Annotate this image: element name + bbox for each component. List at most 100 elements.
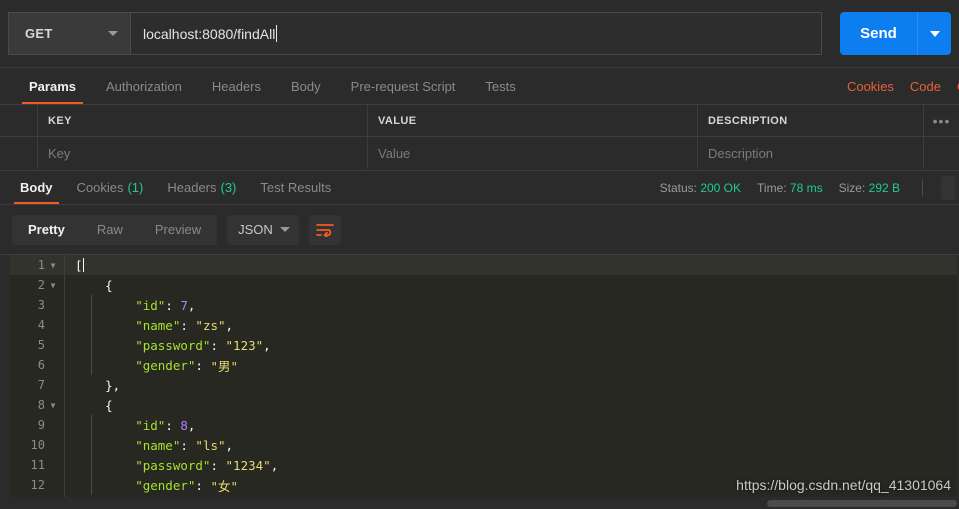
token-key: "gender": [75, 477, 196, 493]
response-body-editor[interactable]: 1 ▼[2 ▼ {3 "id": 7,4 "name": "zs", 5 "passw…: [0, 254, 959, 509]
response-view-toolbar: Pretty Raw Preview JSON: [0, 205, 959, 254]
token-punc: ,: [225, 317, 234, 333]
response-tab-headers[interactable]: Headers (3): [155, 171, 248, 204]
tab-label: Pre-request Script: [350, 78, 456, 94]
save-response-button[interactable]: [941, 175, 955, 200]
comments-link[interactable]: C: [949, 68, 959, 104]
token-key: "id": [75, 417, 166, 433]
url-input[interactable]: localhost:8080/findAll: [130, 12, 822, 55]
request-url-bar: GET localhost:8080/findAll Send: [0, 0, 959, 68]
view-mode-preview[interactable]: Preview: [139, 215, 217, 245]
param-value-placeholder: Value: [378, 145, 411, 161]
token-punc: :: [165, 417, 181, 433]
select-all-cell[interactable]: [0, 105, 38, 136]
tab-pre-request-script[interactable]: Pre-request Script: [336, 68, 471, 104]
token-punc: ,: [187, 417, 196, 433]
token-num: 8: [180, 417, 188, 433]
response-tab-cookies[interactable]: Cookies (1): [65, 171, 156, 204]
indent-guide: [91, 295, 92, 315]
token-punc: :: [195, 357, 211, 373]
send-button[interactable]: Send: [840, 12, 917, 55]
response-tab-test-results[interactable]: Test Results: [248, 171, 343, 204]
token-str: "1234": [225, 457, 271, 473]
tab-headers[interactable]: Headers: [197, 68, 276, 104]
editor-left-strip: [0, 255, 10, 509]
size-value: 292 B: [868, 180, 900, 195]
response-format-select[interactable]: JSON: [227, 214, 300, 245]
row-checkbox-cell[interactable]: [0, 137, 38, 169]
line-number: 4: [10, 315, 64, 335]
tab-label: Tests: [485, 78, 516, 94]
size-indicator: Size: 292 B: [839, 181, 900, 195]
code-text: "password": "1234",: [65, 455, 959, 475]
line-number: 8 ▼: [10, 395, 64, 415]
tab-label: Authorization: [105, 78, 182, 94]
tab-authorization[interactable]: Authorization: [91, 68, 197, 104]
table-header-row: KEY VALUE DESCRIPTION •••: [0, 105, 959, 137]
indent-guide: [91, 335, 92, 355]
tab-params[interactable]: Params: [14, 68, 91, 104]
token-punc: ,: [270, 457, 279, 473]
tab-label: Body: [291, 78, 321, 94]
code-line: 8 ▼ {: [10, 395, 959, 415]
token-key: "password": [75, 457, 211, 473]
view-mode-raw[interactable]: Raw: [81, 215, 139, 245]
cookies-link[interactable]: Cookies: [839, 68, 902, 104]
tab-label: Params: [29, 78, 76, 94]
cookies-count: (1): [127, 180, 144, 195]
code-link[interactable]: Code: [902, 68, 949, 104]
word-wrap-button[interactable]: [309, 214, 342, 245]
token-key: "password": [75, 337, 211, 353]
horizontal-scrollbar[interactable]: [767, 500, 957, 507]
bulk-edit-button[interactable]: •••: [924, 105, 959, 136]
indent-guide: [91, 315, 92, 335]
response-tab-bar: Body Cookies (1) Headers (3) Test Results …: [0, 171, 959, 205]
time-indicator: Time: 78 ms: [757, 181, 823, 195]
param-description-input[interactable]: Description: [698, 137, 924, 169]
ellipsis-icon: •••: [932, 112, 951, 129]
tab-label: Headers: [211, 78, 262, 94]
code-text: "gender": "女": [65, 475, 959, 495]
fold-toggle-icon[interactable]: ▼: [48, 261, 58, 270]
send-options-button[interactable]: [917, 12, 951, 55]
token-punc: {: [75, 397, 113, 413]
code-line: 10 "name": "ls",: [10, 435, 959, 455]
response-tab-body[interactable]: Body: [8, 171, 65, 204]
fold-toggle-icon[interactable]: ▼: [48, 401, 58, 410]
fold-toggle-icon[interactable]: ▼: [48, 281, 58, 290]
line-number: 5: [10, 335, 64, 355]
http-method-select[interactable]: GET: [8, 12, 130, 55]
time-label: Time:: [757, 180, 787, 195]
tab-body[interactable]: Body: [276, 68, 336, 104]
tab-label: Cookies: [76, 180, 124, 195]
indent-guide: [91, 415, 92, 435]
response-format-label: JSON: [238, 222, 273, 237]
code-text: "id": 8,: [65, 415, 959, 435]
editor-cursor: [82, 258, 84, 272]
token-punc: [: [75, 257, 83, 273]
code-line: 2 ▼ {: [10, 275, 959, 295]
token-str: "男": [210, 358, 239, 374]
token-punc: :: [210, 337, 226, 353]
column-header-description: DESCRIPTION: [708, 114, 788, 127]
token-punc: },: [75, 377, 121, 393]
chevron-down-icon: [108, 31, 118, 36]
bottom-bar: [0, 497, 959, 509]
view-mode-group: Pretty Raw Preview: [12, 214, 218, 245]
code-text: },: [65, 375, 959, 395]
tab-tests[interactable]: Tests: [470, 68, 530, 104]
token-punc: :: [180, 317, 196, 333]
param-key-input[interactable]: Key: [38, 137, 368, 169]
line-number: 12: [10, 475, 64, 495]
column-header-value: VALUE: [378, 114, 417, 127]
time-value: 78 ms: [789, 180, 823, 195]
token-punc: :: [165, 297, 181, 313]
code-text: {: [65, 395, 959, 415]
indent-guide: [91, 355, 92, 375]
param-value-input[interactable]: Value: [368, 137, 698, 169]
view-mode-pretty[interactable]: Pretty: [12, 215, 81, 245]
code-text: [: [65, 255, 959, 275]
status-label: Status:: [659, 180, 697, 195]
token-punc: :: [180, 437, 196, 453]
